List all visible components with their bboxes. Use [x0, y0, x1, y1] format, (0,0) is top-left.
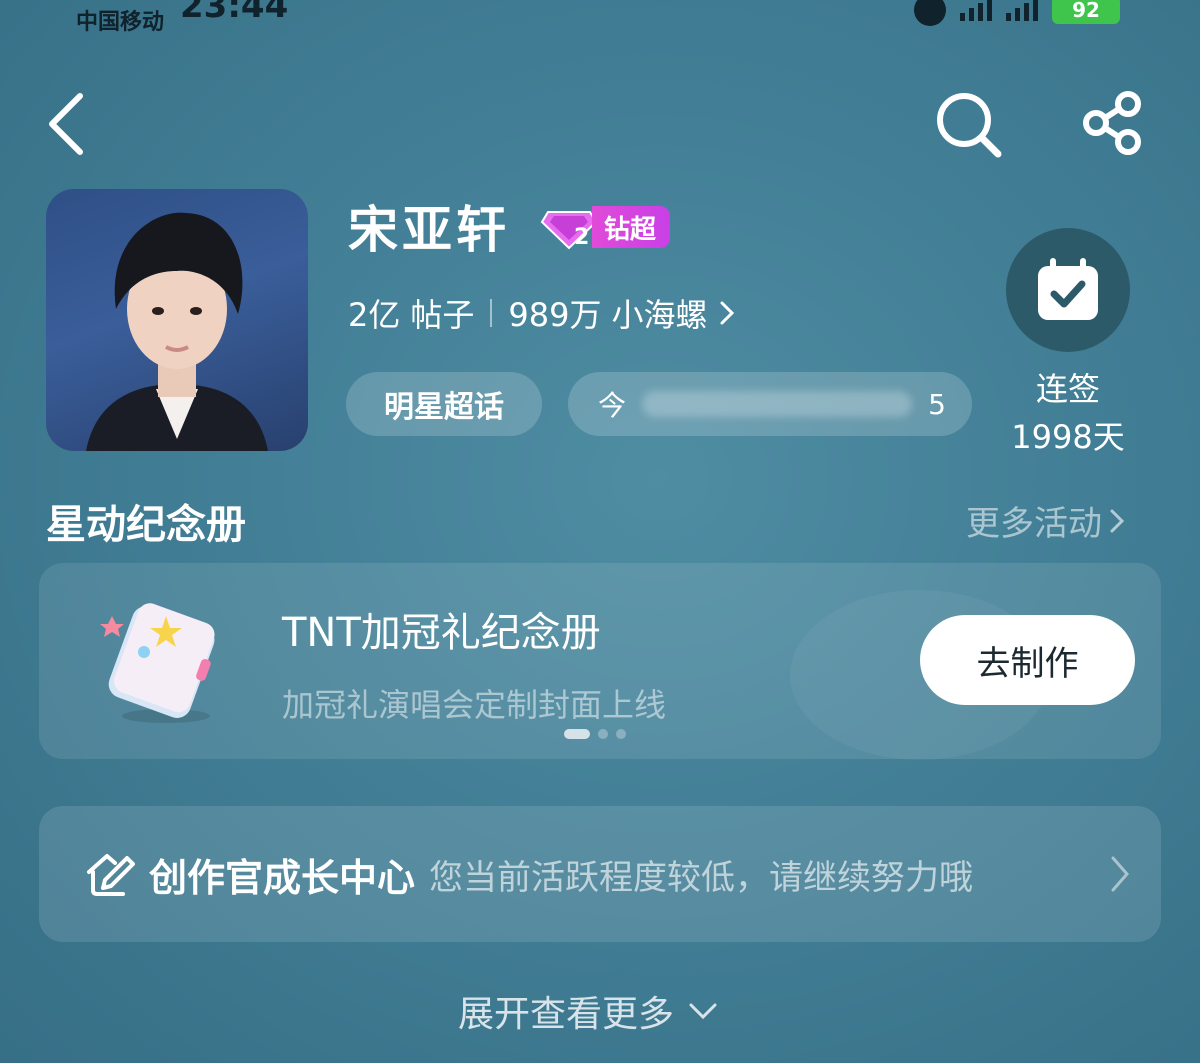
growth-subtitle: 您当前活跃程度较低，请继续努力哦 [429, 857, 974, 898]
portrait-image [86, 212, 268, 451]
battery-level: 92 [1072, 0, 1100, 22]
carousel-dot[interactable] [564, 729, 590, 739]
carrier-label: 中国移动 [76, 10, 165, 35]
profile-name: 宋亚轩 [348, 201, 510, 259]
badge-label: 钻超 [592, 206, 671, 248]
rank-tag-suffix: 5 [928, 387, 946, 421]
avatar[interactable] [46, 189, 308, 451]
edit-house-icon [87, 854, 135, 896]
category-tag[interactable]: 明星超话 [346, 372, 542, 436]
status-icons: 92 [914, 0, 1120, 26]
rank-tag[interactable]: 今 5 [568, 372, 972, 436]
section-title: 星动纪念册 [46, 502, 246, 548]
card-subtitle: 加冠礼演唱会定制封面上线 [282, 686, 667, 724]
chevron-right-icon [1110, 509, 1125, 532]
signal-icon [960, 0, 992, 21]
chevron-right-icon [720, 301, 734, 325]
create-button[interactable]: 去制作 [920, 615, 1135, 705]
album-icon [100, 603, 215, 723]
diamond-icon: 2 [540, 211, 598, 250]
expand-more-button[interactable]: 展开查看更多 [458, 985, 718, 1037]
chevron-right-icon [1111, 856, 1129, 892]
calendar-check-icon [1038, 258, 1098, 320]
share-icon[interactable] [1080, 90, 1146, 156]
clock-time: 23:44 [180, 0, 289, 26]
carousel-indicator [564, 729, 626, 739]
level-badge[interactable]: 2 钻超 [540, 204, 671, 250]
carousel-dot[interactable] [598, 729, 608, 739]
fans-label: 小海螺 [611, 296, 708, 334]
search-icon[interactable] [934, 90, 1004, 160]
carousel-dot[interactable] [616, 729, 626, 739]
posts-count: 2亿 [348, 296, 401, 334]
rank-tag-prefix: 今 [598, 389, 627, 422]
expand-more-label: 展开查看更多 [458, 994, 675, 1035]
signal-icon-2 [1006, 0, 1038, 21]
checkin-button[interactable] [1006, 228, 1130, 352]
posts-label: 帖子 [410, 296, 475, 334]
profile-stats[interactable]: 2亿 帖子 989万 小海螺 [348, 290, 736, 336]
fans-count: 989万 [508, 296, 602, 334]
more-activities-label: 更多活动 [966, 504, 1102, 544]
chevron-down-icon [689, 1003, 717, 1020]
checkin-days: 1998天 [1011, 418, 1125, 456]
growth-center-banner[interactable]: 创作官成长中心 您当前活跃程度较低，请继续努力哦 [39, 806, 1161, 942]
growth-title: 创作官成长中心 [149, 855, 416, 900]
stats-divider [490, 299, 493, 327]
chevron-left-icon[interactable] [44, 92, 94, 156]
alarm-icon [914, 0, 946, 26]
battery-icon: 92 [1052, 0, 1120, 24]
rank-tag-blurred [642, 391, 913, 417]
checkin-label: 连签 [1035, 370, 1100, 408]
more-activities-link[interactable]: 更多活动 [966, 496, 1126, 545]
card-title: TNT加冠礼纪念册 [282, 610, 601, 656]
badge-level: 2 [574, 225, 589, 250]
